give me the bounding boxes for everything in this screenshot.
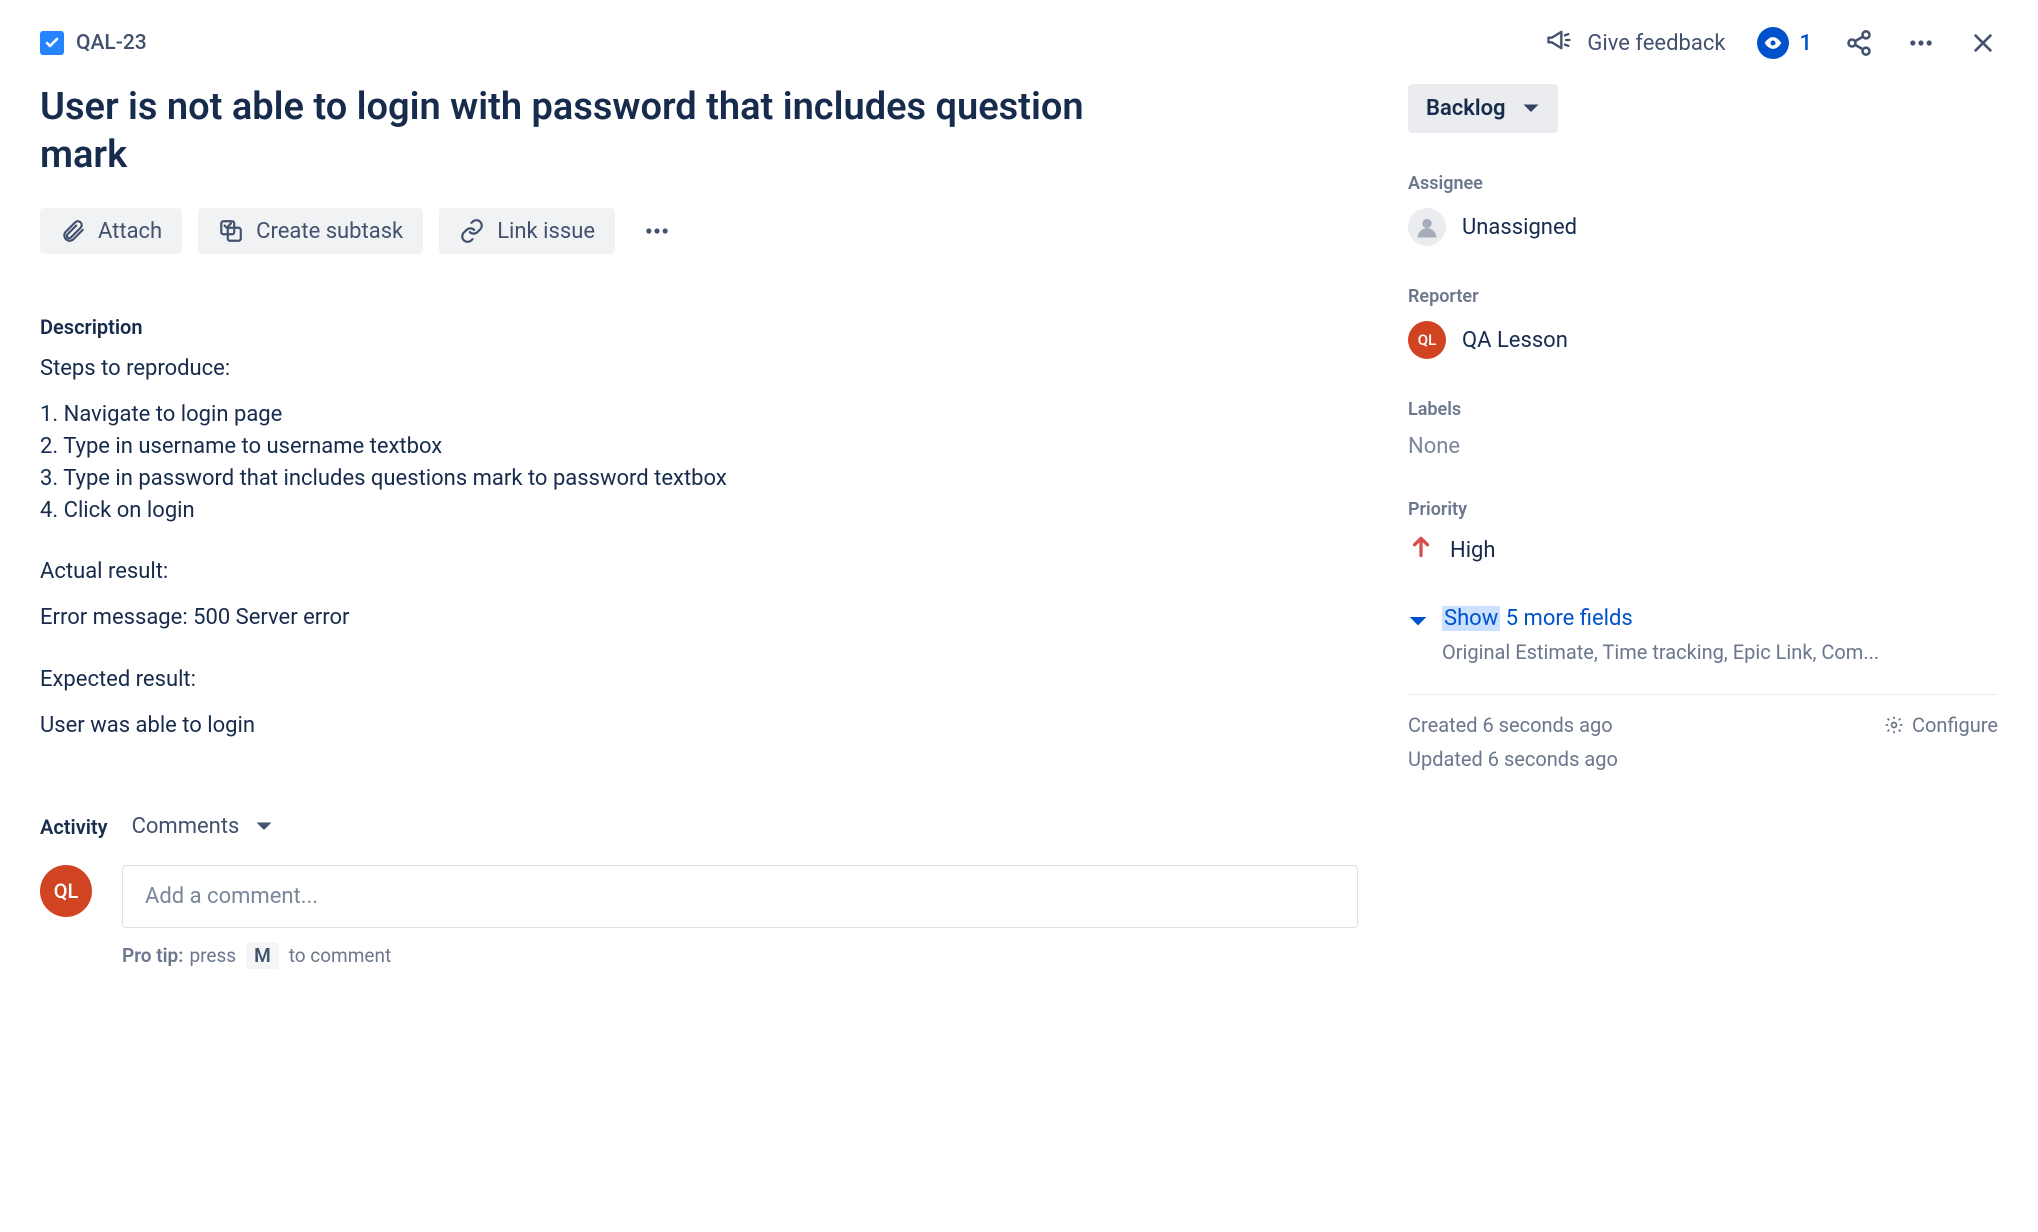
- current-user-avatar: QL: [40, 865, 92, 917]
- field-label: Reporter: [1408, 286, 1998, 307]
- updated-time: Updated 6 seconds ago: [1408, 747, 1618, 771]
- actual-heading: Actual result:: [40, 556, 1358, 588]
- issue-title[interactable]: User is not able to login with password …: [40, 84, 1160, 179]
- protip-prefix: Pro tip:: [122, 944, 183, 967]
- create-subtask-button[interactable]: Create subtask: [198, 208, 423, 254]
- task-icon: [40, 31, 64, 55]
- breadcrumb[interactable]: QAL-23: [40, 31, 147, 55]
- status-dropdown[interactable]: Backlog: [1408, 84, 1558, 133]
- reporter-avatar: QL: [1408, 321, 1446, 359]
- assignee-field[interactable]: Assignee Unassigned: [1408, 173, 1998, 246]
- subtask-label: Create subtask: [256, 219, 403, 244]
- labels-field[interactable]: Labels None: [1408, 399, 1998, 459]
- protip-suffix: to comment: [289, 944, 391, 967]
- show-more-sublabel: Original Estimate, Time tracking, Epic L…: [1442, 640, 1998, 664]
- issue-actions: Attach Create subtask Link issue: [40, 207, 1358, 255]
- step-item: 2. Type in username to username textbox: [40, 431, 1358, 463]
- activity-tab-label: Comments: [132, 814, 240, 839]
- watch-count: 1: [1799, 31, 1812, 56]
- priority-value: High: [1450, 538, 1496, 563]
- step-item: 3. Type in password that includes questi…: [40, 463, 1358, 495]
- share-button[interactable]: [1844, 28, 1874, 58]
- attach-icon: [60, 218, 86, 244]
- step-item: 4. Click on login: [40, 495, 1358, 527]
- attach-label: Attach: [98, 219, 162, 244]
- steps-heading: Steps to reproduce:: [40, 353, 1358, 385]
- issue-key[interactable]: QAL-23: [76, 31, 147, 55]
- show-more-fields[interactable]: Show 5 more fields Original Estimate, Ti…: [1408, 606, 1998, 664]
- close-button[interactable]: [1968, 28, 1998, 58]
- comment-composer: QL Add a comment...: [40, 865, 1358, 928]
- reporter-field[interactable]: Reporter QL QA Lesson: [1408, 286, 1998, 359]
- chevron-down-icon: [1522, 100, 1540, 118]
- field-label: Priority: [1408, 499, 1998, 520]
- configure-button[interactable]: Configure: [1884, 713, 1998, 737]
- labels-value: None: [1408, 434, 1998, 459]
- actual-body: Error message: 500 Server error: [40, 602, 1358, 634]
- gear-icon: [1884, 715, 1904, 735]
- more-issue-actions-button[interactable]: [631, 207, 683, 255]
- chevron-down-icon: [1408, 612, 1428, 632]
- main-column: User is not able to login with password …: [40, 84, 1358, 969]
- priority-high-icon: [1408, 534, 1434, 566]
- megaphone-icon: [1545, 26, 1573, 60]
- description-label: Description: [40, 315, 1358, 339]
- feedback-label: Give feedback: [1587, 31, 1725, 56]
- eye-icon: [1757, 27, 1789, 59]
- subtask-icon: [218, 218, 244, 244]
- field-label: Assignee: [1408, 173, 1998, 194]
- details-panel: Backlog Assignee Unassigned Reporter QL …: [1408, 84, 1998, 781]
- created-time: Created 6 seconds ago: [1408, 713, 1613, 737]
- field-label: Labels: [1408, 399, 1998, 420]
- description-section: Description Steps to reproduce: 1. Navig…: [40, 315, 1358, 742]
- configure-label: Configure: [1912, 713, 1998, 737]
- more-actions-button[interactable]: [1906, 28, 1936, 58]
- step-item: 1. Navigate to login page: [40, 399, 1358, 431]
- attach-button[interactable]: Attach: [40, 208, 182, 254]
- header-bar: QAL-23 Give feedback 1: [40, 20, 1998, 84]
- header-actions: Give feedback 1: [1545, 26, 1998, 60]
- details-footer: Created 6 seconds ago Configure Updated …: [1408, 694, 1998, 771]
- status-value: Backlog: [1426, 96, 1506, 121]
- link-issue-button[interactable]: Link issue: [439, 208, 615, 254]
- chevron-down-icon: [255, 818, 273, 836]
- steps-list: 1. Navigate to login page 2. Type in use…: [40, 399, 1358, 527]
- give-feedback-button[interactable]: Give feedback: [1545, 26, 1725, 60]
- unassigned-avatar-icon: [1408, 208, 1446, 246]
- watchers-button[interactable]: 1: [1757, 27, 1812, 59]
- activity-label: Activity: [40, 815, 108, 839]
- reporter-value: QA Lesson: [1462, 328, 1568, 353]
- show-more-label: Show 5 more fields: [1442, 606, 1633, 631]
- expected-body: User was able to login: [40, 710, 1358, 742]
- content-area: User is not able to login with password …: [40, 84, 1998, 969]
- link-label: Link issue: [497, 219, 595, 244]
- activity-header: Activity Comments: [40, 814, 1358, 839]
- description-body[interactable]: Steps to reproduce: 1. Navigate to login…: [40, 353, 1358, 742]
- link-icon: [459, 218, 485, 244]
- protip-mid: press: [189, 944, 236, 967]
- assignee-value: Unassigned: [1462, 215, 1577, 240]
- comment-input[interactable]: Add a comment...: [122, 865, 1358, 928]
- priority-field[interactable]: Priority High: [1408, 499, 1998, 566]
- expected-heading: Expected result:: [40, 664, 1358, 696]
- protip-key: M: [246, 942, 279, 969]
- pro-tip: Pro tip: press M to comment: [122, 942, 1358, 969]
- activity-tab-comments[interactable]: Comments: [132, 814, 274, 839]
